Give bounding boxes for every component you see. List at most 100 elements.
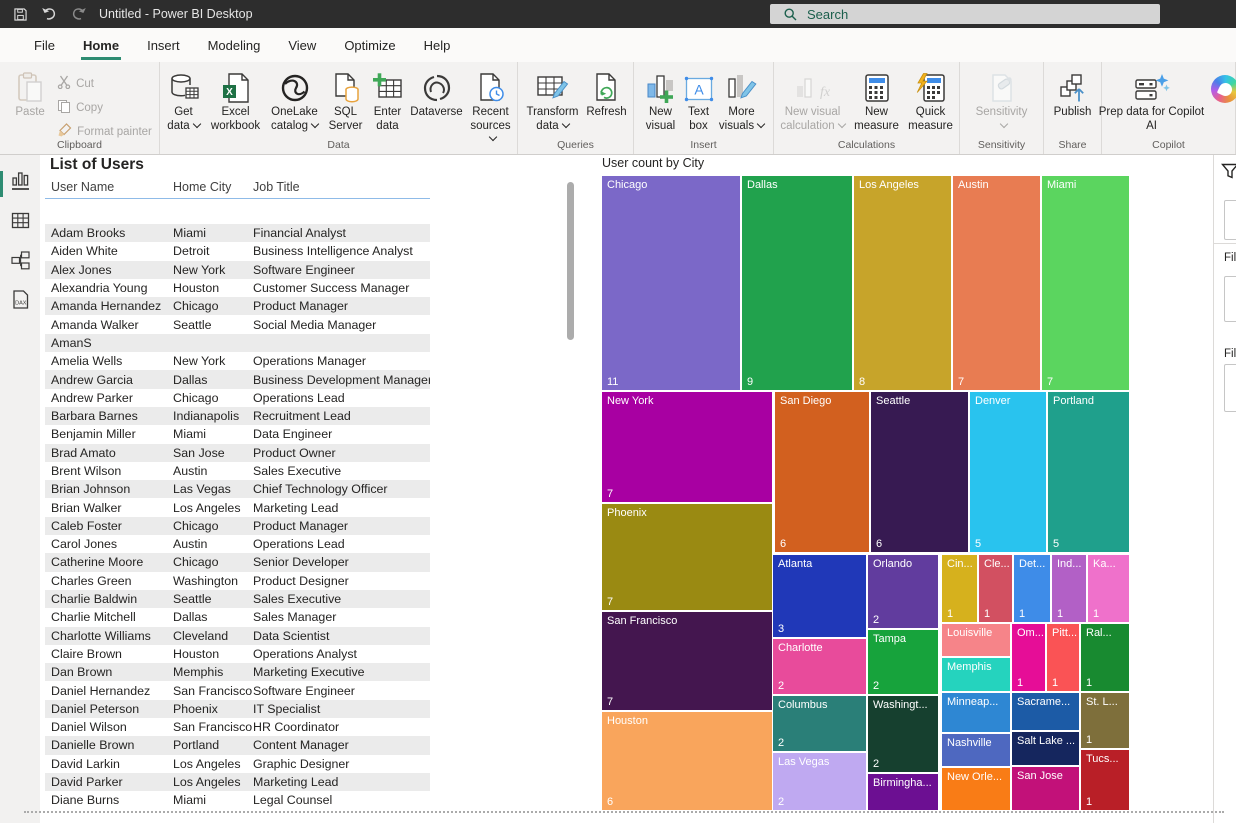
enter-data-button[interactable]: Enterdata	[368, 67, 408, 133]
menu-item-home[interactable]: Home	[69, 28, 133, 62]
table-row[interactable]: Charlie MitchellDallasSales Manager	[45, 608, 430, 626]
more-visuals-button[interactable]: Morevisuals	[717, 67, 767, 133]
filter-funnel-icon[interactable]	[1221, 162, 1236, 185]
table-row[interactable]: Amelia WellsNew YorkOperations Manager	[45, 352, 430, 370]
table-row[interactable]: David LarkinLos AngelesGraphic Designer	[45, 755, 430, 773]
table-row[interactable]: Andrew GarciaDallasBusiness Development …	[45, 370, 430, 388]
treemap-tile-chicago[interactable]: Chicago11	[602, 176, 740, 390]
filter-card[interactable]	[1224, 276, 1236, 322]
table-row[interactable]: Brent WilsonAustinSales Executive	[45, 462, 430, 480]
menu-item-help[interactable]: Help	[410, 28, 465, 62]
table-row[interactable]: Charles GreenWashingtonProduct Designer	[45, 572, 430, 590]
table-row[interactable]: Charlotte WilliamsClevelandData Scientis…	[45, 627, 430, 645]
treemap-tile-om[interactable]: Om...1	[1012, 624, 1045, 691]
table-row[interactable]: Daniel PetersonPhoenixIT Specialist	[45, 700, 430, 718]
treemap-tile-nashville[interactable]: Nashville	[942, 734, 1010, 766]
sidebar-item-model-view[interactable]	[0, 243, 40, 283]
treemap-tile-austin[interactable]: Austin7	[953, 176, 1040, 390]
table-row[interactable]: Diane BurnsMiamiLegal Counsel	[45, 791, 430, 809]
treemap-tile-orlando[interactable]: Orlando2	[868, 555, 938, 628]
prep-data-for-copilot-ai-button[interactable]: Prep data for CopilotAI	[1096, 67, 1208, 133]
treemap-tile-atlanta[interactable]: Atlanta3	[773, 555, 866, 637]
table-scrollbar[interactable]	[567, 182, 574, 340]
publish-button[interactable]: Publish	[1049, 67, 1097, 120]
filters-search-box[interactable]	[1224, 200, 1236, 240]
treemap-tile-seattle[interactable]: Seattle6	[871, 392, 968, 552]
table-row[interactable]: Daniel WilsonSan FranciscoHR Coordinator	[45, 718, 430, 736]
treemap-tile-charlotte[interactable]: Charlotte2	[773, 639, 866, 694]
table-row[interactable]: Benjamin MillerMiamiData Engineer	[45, 425, 430, 443]
table-row[interactable]: Charlie BaldwinSeattleSales Executive	[45, 590, 430, 608]
table-row[interactable]: Dan BrownMemphisMarketing Executive	[45, 663, 430, 681]
treemap-tile-houston[interactable]: Houston6	[602, 712, 772, 810]
new-visual-button[interactable]: Newvisual	[641, 67, 681, 133]
get-data-button[interactable]: Getdata	[162, 67, 206, 133]
treemap-tile-san-francisco[interactable]: San Francisco7	[602, 612, 772, 710]
recent-sources-button[interactable]: Recentsources	[466, 67, 516, 147]
treemap-tile-memphis[interactable]: Memphis	[942, 658, 1010, 691]
column-header[interactable]: Home City	[173, 180, 253, 194]
menu-item-file[interactable]: File	[20, 28, 69, 62]
table-row[interactable]: Aiden WhiteDetroitBusiness Intelligence …	[45, 242, 430, 260]
table-row[interactable]: David ParkerLos AngelesMarketing Lead	[45, 773, 430, 791]
treemap-tile-minneap[interactable]: Minneap...	[942, 693, 1010, 732]
table-row[interactable]: Catherine MooreChicagoSenior Developer	[45, 553, 430, 571]
treemap-tile-det[interactable]: Det...1	[1014, 555, 1050, 622]
table-row[interactable]: Daniel HernandezSan FranciscoSoftware En…	[45, 681, 430, 699]
table-row[interactable]: AmanS	[45, 334, 430, 352]
sidebar-item-report-view[interactable]	[0, 163, 40, 203]
treemap-tile-pitt[interactable]: Pitt...1	[1047, 624, 1079, 691]
table-row[interactable]: Brad AmatoSan JoseProduct Owner	[45, 444, 430, 462]
table-row[interactable]: Amanda WalkerSeattleSocial Media Manager	[45, 315, 430, 333]
table-row[interactable]: Brian WalkerLos AngelesMarketing Lead	[45, 498, 430, 516]
table-row[interactable]: Andrew ParkerChicagoOperations Lead	[45, 389, 430, 407]
treemap-tile-st-l[interactable]: St. L...1	[1081, 693, 1129, 748]
copilot-button[interactable]	[1208, 67, 1236, 106]
sidebar-item-dax-query-view[interactable]: DAX	[0, 283, 40, 323]
treemap-tile-denver[interactable]: Denver5	[970, 392, 1046, 552]
search-input[interactable]: Search	[770, 4, 1160, 24]
quick-measure-button[interactable]: Quickmeasure	[904, 67, 958, 133]
treemap-tile-san-diego[interactable]: San Diego6	[775, 392, 869, 552]
new-measure-button[interactable]: Newmeasure	[850, 67, 904, 133]
table-row[interactable]: Caleb FosterChicagoProduct Manager	[45, 517, 430, 535]
treemap-tile-louisville[interactable]: Louisville	[942, 624, 1010, 656]
table-row[interactable]: Brian JohnsonLas VegasChief Technology O…	[45, 480, 430, 498]
table-row[interactable]: Alexandria YoungHoustonCustomer Success …	[45, 279, 430, 297]
table-row[interactable]: Danielle BrownPortlandContent Manager	[45, 736, 430, 754]
onelake-catalog-button[interactable]: OneLakecatalog	[266, 67, 324, 133]
menu-item-insert[interactable]: Insert	[133, 28, 194, 62]
treemap-tile-miami[interactable]: Miami7	[1042, 176, 1129, 390]
excel-workbook-button[interactable]: XExcelworkbook	[206, 67, 266, 133]
filter-card[interactable]	[1224, 364, 1236, 412]
treemap-tile-ind[interactable]: Ind...1	[1052, 555, 1086, 622]
table-row[interactable]: Claire BrownHoustonOperations Analyst	[45, 645, 430, 663]
treemap-tile-new-orle[interactable]: New Orle...	[942, 768, 1010, 810]
refresh-button[interactable]: Refresh	[584, 67, 630, 120]
treemap-tile-dallas[interactable]: Dallas9	[742, 176, 852, 390]
treemap-tile-los-angeles[interactable]: Los Angeles8	[854, 176, 951, 390]
treemap-tile-tucs[interactable]: Tucs...1	[1081, 750, 1129, 810]
save-icon[interactable]	[14, 8, 27, 21]
undo-icon[interactable]	[41, 7, 57, 21]
treemap-tile-cin[interactable]: Cin...1	[942, 555, 977, 622]
treemap-tile-columbus[interactable]: Columbus2	[773, 696, 866, 751]
treemap-tile-tampa[interactable]: Tampa2	[868, 630, 938, 694]
text-box-button[interactable]: ATextbox	[681, 67, 717, 133]
treemap-tile-cle[interactable]: Cle...1	[979, 555, 1012, 622]
treemap-tile-new-york[interactable]: New York7	[602, 392, 772, 502]
sql-server-button[interactable]: SQLServer	[324, 67, 368, 133]
treemap-tile-ka[interactable]: Ka...1	[1088, 555, 1129, 622]
table-row[interactable]: Adam BrooksMiamiFinancial Analyst	[45, 224, 430, 242]
treemap-tile-sacrame[interactable]: Sacrame...	[1012, 693, 1079, 730]
treemap-tile-phoenix[interactable]: Phoenix7	[602, 504, 772, 610]
treemap-tile-salt-lake[interactable]: Salt Lake ...	[1012, 732, 1079, 765]
menu-item-view[interactable]: View	[274, 28, 330, 62]
table-row[interactable]: Alex JonesNew YorkSoftware Engineer	[45, 261, 430, 279]
treemap-tile-washingt[interactable]: Washingt...2	[868, 696, 938, 772]
dataverse-button[interactable]: Dataverse	[408, 67, 466, 120]
redo-icon[interactable]	[71, 7, 87, 21]
column-header[interactable]: Job Title	[253, 180, 430, 194]
table-row[interactable]: Barbara BarnesIndianapolisRecruitment Le…	[45, 407, 430, 425]
treemap-tile-birmingha[interactable]: Birmingha...	[868, 774, 938, 810]
